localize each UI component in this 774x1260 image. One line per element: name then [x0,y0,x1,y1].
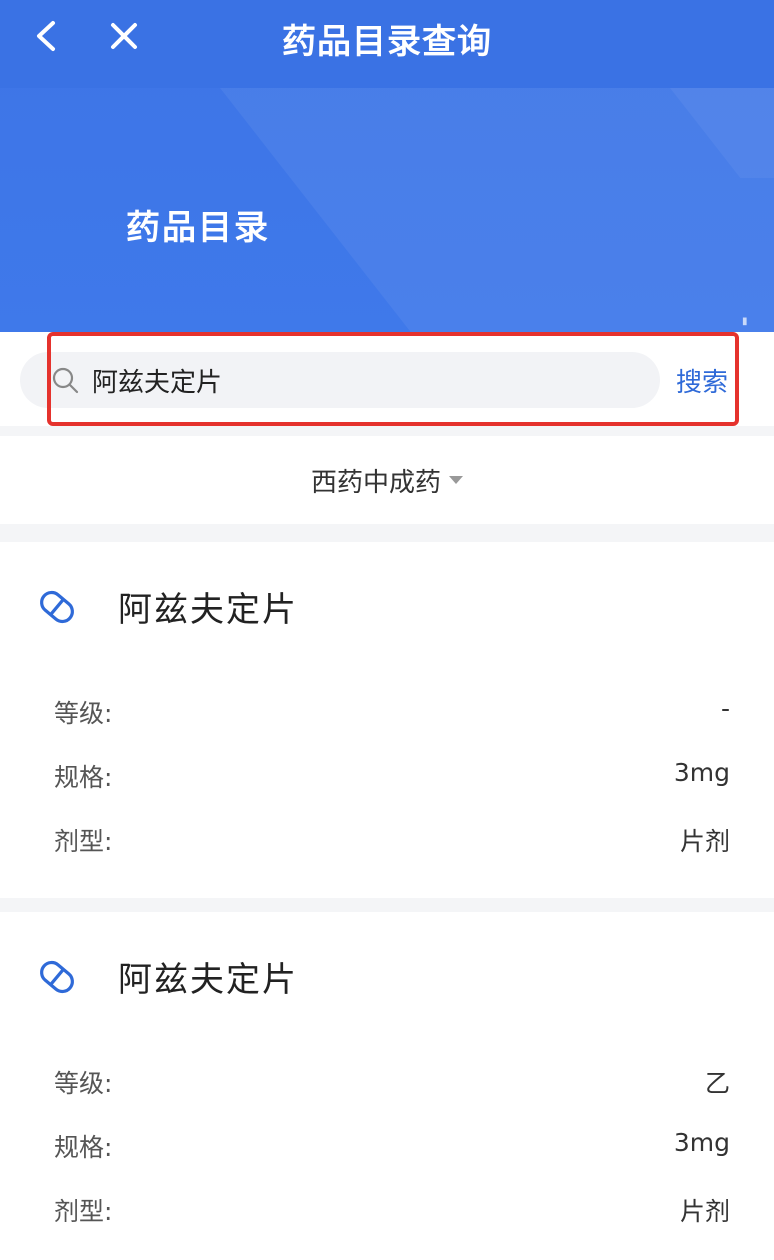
pill-icon [40,590,74,624]
drug-catalog-page: 药品目录查询 药品目录 ▮ 搜索 西药中成药 [0,0,774,1260]
drug-card-header: 阿兹夫定片 [0,912,774,1032]
drug-name: 阿兹夫定片 [118,590,298,630]
header-decoration [220,88,774,332]
drug-name: 阿兹夫定片 [118,960,298,1000]
caret-down-icon [449,476,463,484]
corner-badge-icon: ▮ [742,316,748,327]
header: 药品目录查询 药品目录 ▮ [0,0,774,332]
field-label: 等级: [54,1069,113,1098]
banner-title: 药品目录 [126,208,270,248]
field-value: 片剂 [679,1197,730,1226]
search-icon [50,365,80,395]
close-button[interactable] [104,16,144,56]
category-dropdown-label: 西药中成药 [310,467,441,498]
search-box[interactable] [20,352,660,408]
field-value: 片剂 [679,827,730,856]
field-value: 乙 [704,1069,730,1098]
drug-card[interactable]: 阿兹夫定片 等级: - 规格: 3mg 剂型: 片剂 [0,542,774,898]
drug-card[interactable]: 阿兹夫定片 等级: 乙 规格: 3mg 剂型: 片剂 [0,912,774,1260]
search-input[interactable] [92,365,612,395]
field-label: 等级: [54,699,113,728]
pill-icon [40,960,74,994]
field-row-spec: 规格: 3mg [0,1128,774,1168]
close-icon [111,23,137,49]
back-button[interactable] [26,16,66,56]
chevron-left-icon [37,21,55,51]
field-value: 3mg [673,1128,730,1157]
field-row-grade: 等级: 乙 [0,1064,774,1104]
category-dropdown[interactable]: 西药中成药 [311,462,463,499]
search-section: 搜索 [0,332,774,426]
page-title: 药品目录查询 [282,22,492,62]
field-label: 规格: [54,763,113,792]
drug-card-header: 阿兹夫定片 [0,542,774,662]
field-row-dosage-form: 剂型: 片剂 [0,822,774,862]
field-label: 剂型: [54,827,113,856]
field-label: 规格: [54,1133,113,1162]
field-value: - [720,694,730,723]
field-row-dosage-form: 剂型: 片剂 [0,1192,774,1232]
search-button[interactable]: 搜索 [676,360,728,400]
field-value: 3mg [673,758,730,787]
field-row-grade: 等级: - [0,694,774,734]
filter-bar: 西药中成药 [0,436,774,524]
field-row-spec: 规格: 3mg [0,758,774,798]
field-label: 剂型: [54,1197,113,1226]
